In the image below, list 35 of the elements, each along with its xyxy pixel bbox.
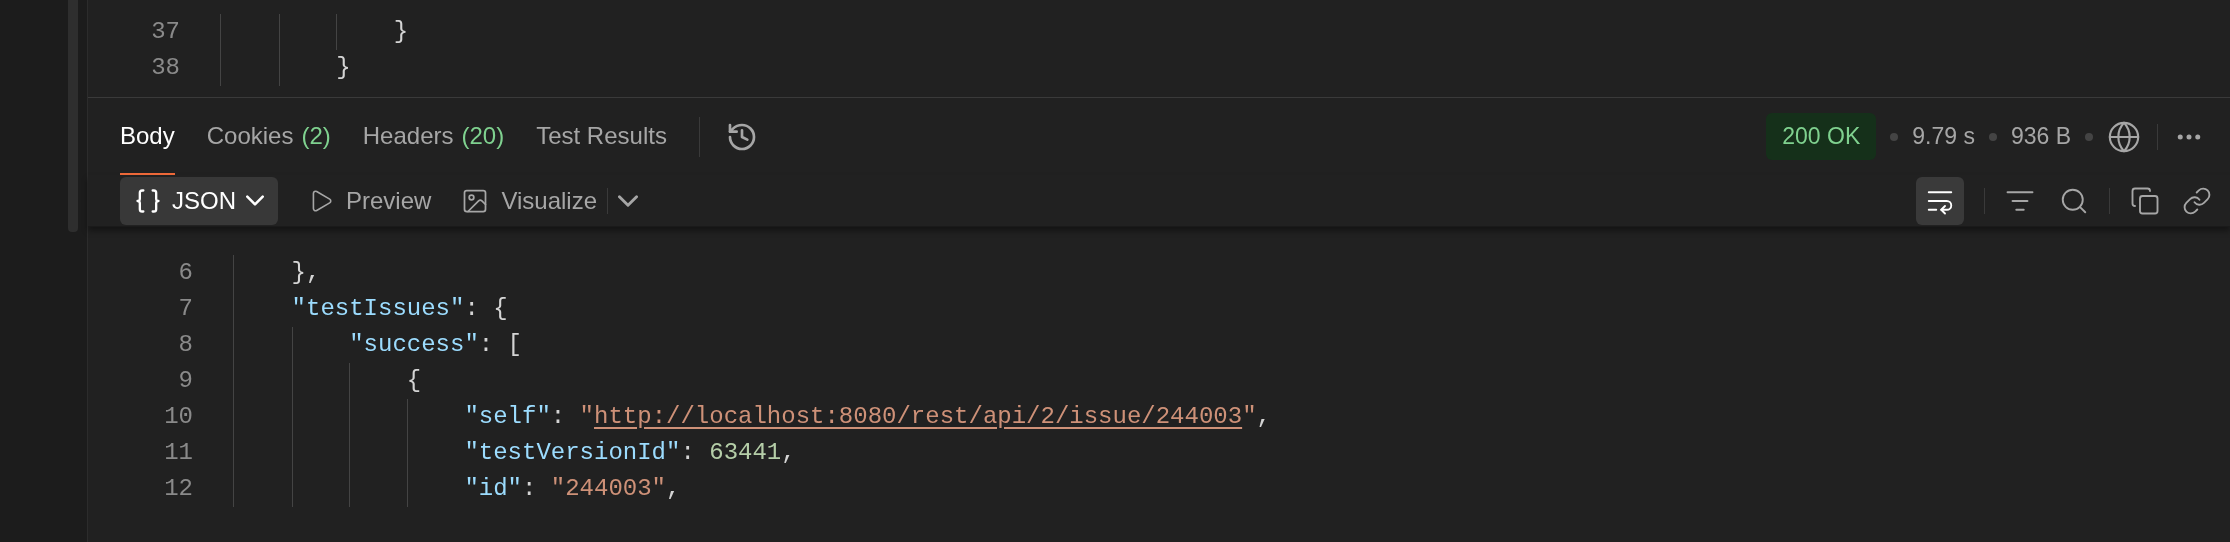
- code-line: },: [291, 258, 321, 288]
- code-line: "testIssues": {: [291, 294, 508, 324]
- visualize-button[interactable]: Visualize: [461, 182, 597, 219]
- line-number: 8: [178, 330, 193, 360]
- preview-button[interactable]: Preview: [308, 182, 432, 219]
- link-icon[interactable]: [2182, 185, 2212, 216]
- chevron-down-icon: [246, 195, 264, 206]
- line-number: 9: [178, 366, 193, 396]
- wrap-lines-button[interactable]: [1916, 176, 1964, 225]
- code-line: "success": [: [349, 330, 523, 360]
- code-line: "id": "244003",: [464, 474, 681, 504]
- response-tab[interactable]: Test Results: [536, 98, 667, 175]
- line-number: 37: [151, 17, 180, 47]
- response-tab[interactable]: Cookies (2): [206, 98, 331, 175]
- globe-icon[interactable]: [2107, 119, 2141, 154]
- chevron-down-icon[interactable]: [618, 194, 638, 207]
- braces-icon: [134, 186, 162, 215]
- status-badge: 200 OK: [1766, 113, 1877, 160]
- line-number: 7: [178, 294, 193, 324]
- code-line: }: [336, 53, 351, 83]
- code-line: }: [393, 17, 409, 47]
- code-line: "testVersionId": 63441,: [464, 438, 796, 468]
- response-tab[interactable]: Headers (20): [362, 98, 505, 175]
- line-number: 11: [164, 438, 193, 468]
- response-time: 9.79 s: [1912, 122, 1975, 152]
- line-number: 38: [151, 53, 180, 83]
- line-number: 12: [164, 474, 193, 504]
- response-tab[interactable]: Body: [120, 98, 175, 175]
- response-size: 936 B: [2010, 122, 2071, 152]
- format-dropdown[interactable]: JSON: [120, 176, 278, 225]
- line-number: 10: [164, 402, 193, 432]
- code-line: {: [406, 366, 422, 396]
- copy-icon[interactable]: [2130, 185, 2160, 216]
- code-line: "self": "http://localhost:8080/rest/api/2/issue/244003",: [464, 402, 1271, 432]
- line-number: 6: [178, 258, 193, 288]
